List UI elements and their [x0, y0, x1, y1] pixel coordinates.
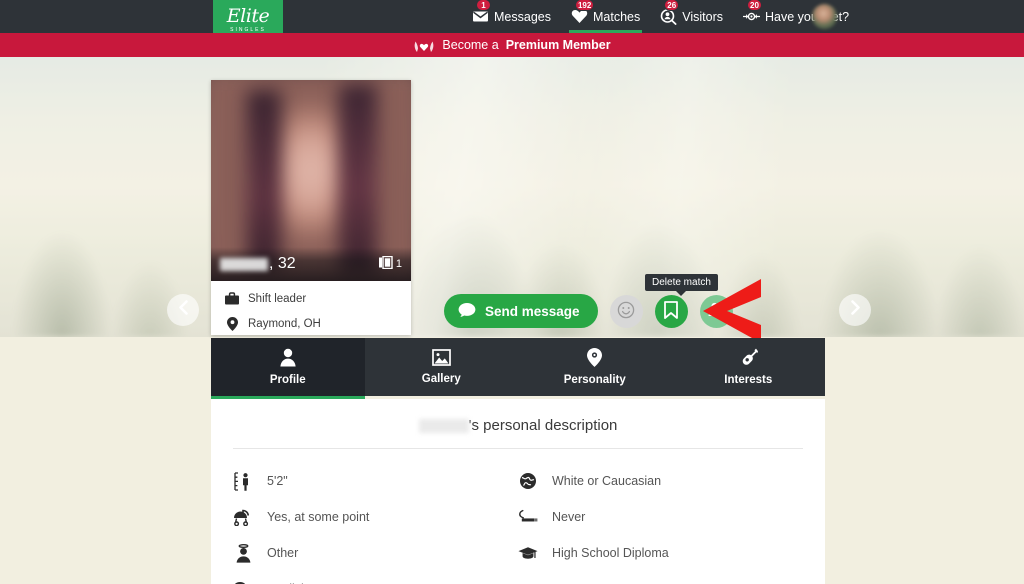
premium-text-prefix: Become a: [442, 38, 499, 52]
stroller-icon: [233, 508, 253, 526]
app-page: Elite SINGLES 1 Messages 192 Matches 26 …: [0, 0, 1024, 584]
profile-content-panel: 's personal description 5'2" Yes, at som…: [211, 399, 825, 584]
description-title-suffix: 's personal description: [468, 417, 618, 434]
premium-text-bold: Premium Member: [505, 38, 611, 52]
attributes-right-column: White or Caucasian Never High School Dip…: [518, 463, 803, 584]
chat-bubble-icon: [458, 302, 476, 321]
have-you-met-badge: 20: [747, 0, 762, 11]
carousel-next-button[interactable]: [839, 294, 871, 326]
photos-stack-icon: [378, 255, 393, 272]
messages-badge: 1: [476, 0, 491, 11]
attributes-left-column: 5'2" Yes, at some point Other: [233, 463, 518, 584]
attribute-height: 5'2": [233, 463, 518, 499]
profile-age: , 32: [269, 255, 296, 272]
personal-description-title: 's personal description: [211, 409, 825, 448]
map-pin-icon: [225, 317, 239, 331]
send-message-button[interactable]: Send message: [444, 294, 598, 328]
top-header: Elite SINGLES 1 Messages 192 Matches 26 …: [0, 0, 1024, 39]
tab-label-gallery: Gallery: [421, 373, 461, 385]
visitors-badge: 26: [664, 0, 680, 11]
profile-card[interactable]: , 32 1 Shift leader Raymond, OH: [211, 80, 411, 335]
profile-photo[interactable]: , 32 1: [211, 80, 411, 281]
premium-banner[interactable]: Become a Premium Member: [0, 33, 1024, 57]
attribute-children: Yes, at some point: [233, 499, 518, 535]
guitar-icon: [738, 348, 759, 370]
nav-label-matches: Matches: [592, 9, 641, 24]
nav-item-messages[interactable]: 1 Messages: [470, 0, 553, 33]
attribute-religion-value: Other: [267, 546, 299, 560]
profile-location: Raymond, OH: [248, 318, 321, 330]
tab-gallery[interactable]: Gallery: [365, 338, 519, 396]
profile-name-redacted: [220, 257, 268, 271]
tab-personality[interactable]: Personality: [518, 338, 672, 396]
smiley-icon: [617, 301, 635, 322]
attribute-education-value: High School Diploma: [552, 546, 669, 560]
religion-icon: [233, 543, 253, 563]
nav-item-visitors[interactable]: 26 Visitors: [658, 0, 725, 33]
main-nav: 1 Messages 192 Matches 26 Visitors 20 Ha…: [470, 0, 851, 33]
pin-flower-icon: [587, 348, 603, 370]
image-icon: [431, 349, 451, 369]
globe-icon: [518, 472, 538, 490]
profile-location-row: Raymond, OH: [225, 317, 411, 331]
graduation-cap-icon: [518, 546, 538, 561]
profile-card-info: Shift leader Raymond, OH: [211, 281, 411, 343]
smiley-button[interactable]: [609, 294, 643, 328]
profile-tabs: Profile Gallery Personality Interests: [211, 338, 826, 399]
chevron-left-icon: [178, 300, 189, 320]
tab-profile[interactable]: Profile: [211, 338, 365, 399]
attribute-smoking: Never: [518, 499, 803, 535]
tab-interests[interactable]: Interests: [672, 338, 826, 396]
delete-match-tooltip: Delete match: [645, 274, 718, 296]
briefcase-icon: [225, 292, 239, 305]
attribute-language: A English: [233, 571, 518, 584]
tab-label-interests: Interests: [724, 374, 773, 386]
bookmark-button[interactable]: [654, 294, 688, 328]
profile-job-row: Shift leader: [225, 292, 411, 305]
send-message-label: Send message: [485, 303, 580, 319]
description-name-redacted: [418, 418, 469, 433]
profile-actions: Send message: [444, 294, 733, 328]
laurel-heart-icon: [413, 38, 435, 53]
height-ruler-icon: [233, 471, 253, 491]
attribute-religion: Other: [233, 535, 518, 571]
tab-label-personality: Personality: [563, 374, 626, 386]
logo-subtitle: SINGLES: [230, 26, 266, 33]
tab-label-profile: Profile: [269, 374, 306, 386]
nav-label-messages: Messages: [494, 9, 551, 24]
delete-match-icon: [707, 301, 726, 322]
bookmark-icon: [664, 300, 678, 322]
profile-job: Shift leader: [248, 292, 307, 305]
person-icon: [279, 348, 297, 370]
cigarette-icon: [518, 509, 538, 525]
profile-name-bar: , 32 1: [211, 247, 411, 281]
nav-label-visitors: Visitors: [682, 9, 723, 24]
photo-count-value: 1: [395, 258, 402, 270]
carousel-prev-button[interactable]: [167, 294, 199, 326]
attribute-smoking-value: Never: [552, 510, 586, 524]
avatar[interactable]: [812, 4, 837, 29]
photo-count: 1: [378, 255, 402, 272]
logo-wordmark: Elite: [226, 4, 270, 27]
attribute-ethnicity: White or Caucasian: [518, 463, 803, 499]
language-bubble-icon: A: [233, 581, 253, 584]
attribute-children-value: Yes, at some point: [267, 510, 370, 524]
attribute-height-value: 5'2": [267, 474, 288, 488]
chevron-right-icon: [850, 300, 861, 320]
attributes-grid: 5'2" Yes, at some point Other White or C…: [211, 449, 825, 584]
attribute-ethnicity-value: White or Caucasian: [552, 474, 662, 488]
nav-item-matches[interactable]: 192 Matches: [568, 0, 643, 33]
attribute-education: High School Diploma: [518, 535, 803, 571]
matches-badge: 192: [574, 0, 595, 11]
delete-match-button[interactable]: [699, 294, 733, 328]
